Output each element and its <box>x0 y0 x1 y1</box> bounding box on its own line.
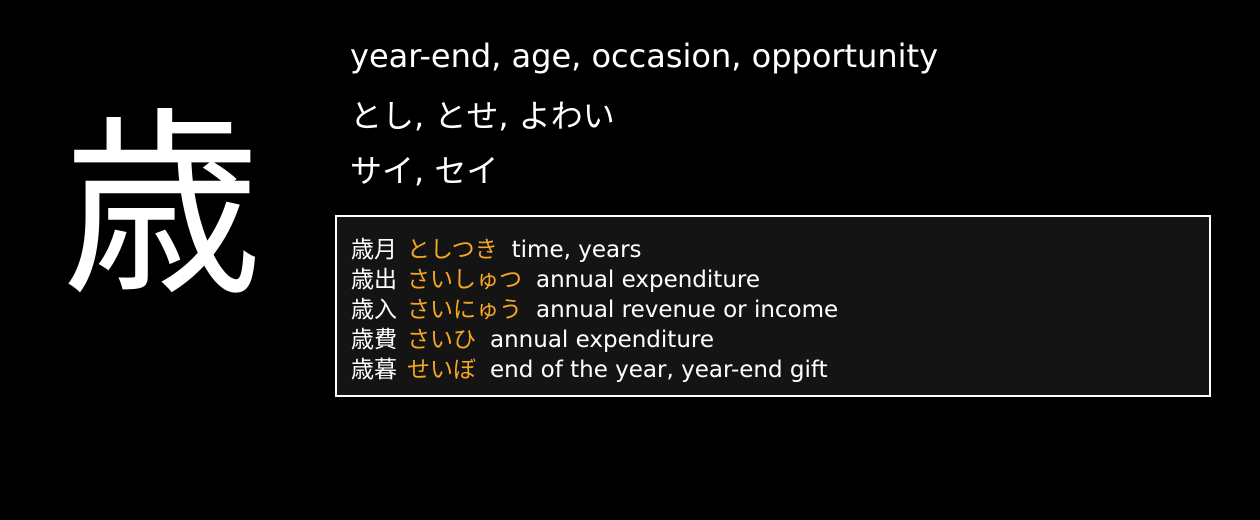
vocab-word: 歳月 <box>351 237 397 263</box>
vocabulary-panel: 歳月 としつき time, years 歳出 さいしゅつ annual expendit… <box>335 215 1211 397</box>
vocab-row: 歳費 さいひ annual expenditure <box>351 325 838 355</box>
vocab-gloss: annual revenue or income <box>536 297 839 323</box>
vocab-word: 歳費 <box>351 327 397 353</box>
vocab-gloss: end of the year, year-end gift <box>490 357 828 383</box>
vocab-gloss: time, years <box>511 237 642 263</box>
vocab-row: 歳暮 せいぼ end of the year, year-end gift <box>351 355 838 385</box>
kun-readings: とし, とせ, よわい <box>350 97 615 135</box>
vocab-reading: としつき <box>407 237 498 263</box>
vocab-reading: さいにゅう <box>407 297 522 323</box>
vocab-gloss: annual expenditure <box>490 327 714 353</box>
kanji-character: 歳 <box>61 91 262 324</box>
vocab-row: 歳入 さいにゅう annual revenue or income <box>351 295 838 325</box>
vocab-reading: せいぼ <box>407 357 476 383</box>
vocab-row: 歳月 としつき time, years <box>351 235 838 265</box>
vocabulary-list: 歳月 としつき time, years 歳出 さいしゅつ annual expendit… <box>351 235 838 385</box>
vocab-word: 歳入 <box>351 297 397 323</box>
on-readings: サイ, セイ <box>350 152 499 190</box>
vocab-reading: さいひ <box>407 327 476 353</box>
vocab-row: 歳出 さいしゅつ annual expenditure <box>351 265 838 295</box>
kanji-meaning: year-end, age, occasion, opportunity <box>350 37 939 75</box>
vocab-word: 歳出 <box>351 267 397 293</box>
vocab-reading: さいしゅつ <box>407 267 522 293</box>
vocab-gloss: annual expenditure <box>536 267 760 293</box>
vocab-word: 歳暮 <box>351 357 397 383</box>
